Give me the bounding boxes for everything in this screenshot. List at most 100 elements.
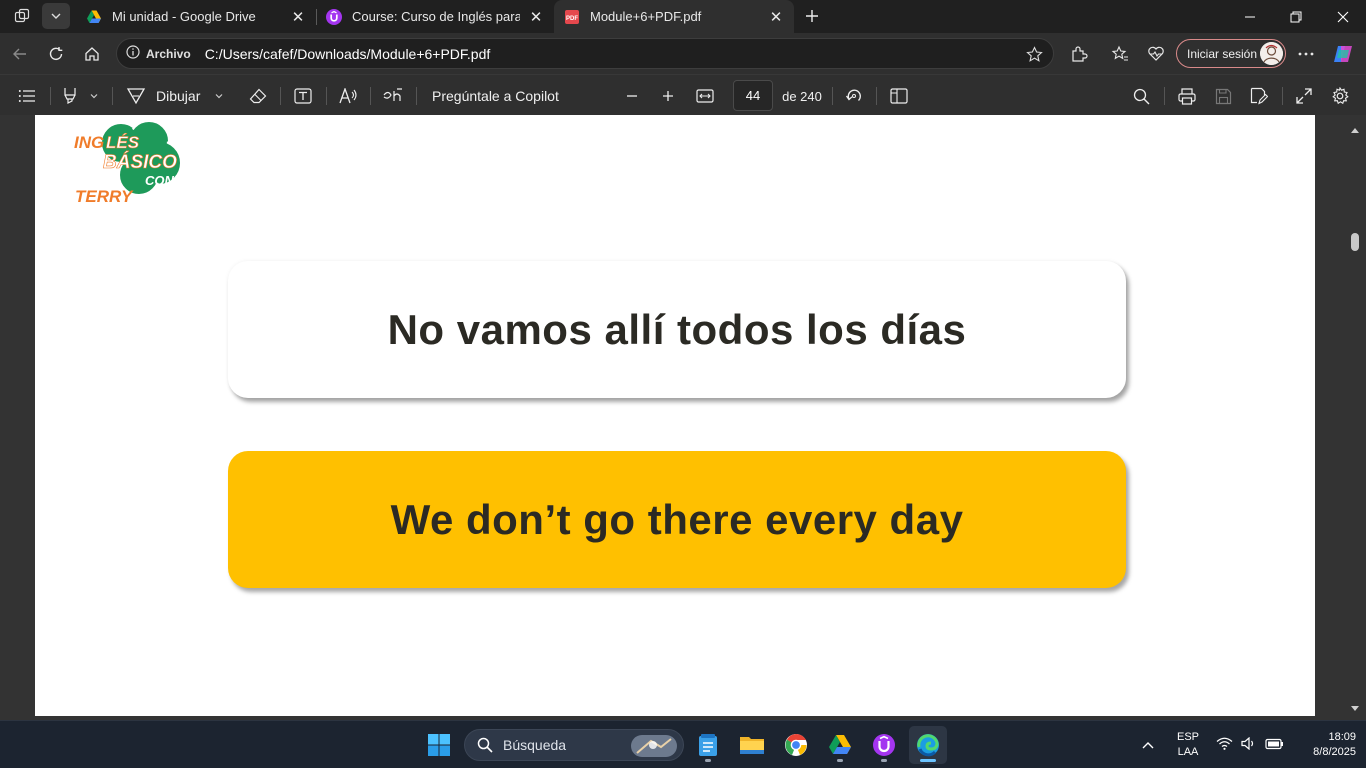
toolbar-divider xyxy=(1282,87,1283,105)
spanish-phrase-card: No vamos allí todos los días xyxy=(228,261,1126,398)
close-icon[interactable]: ✕ xyxy=(768,9,784,26)
zoom-out-icon[interactable] xyxy=(620,83,644,109)
english-phrase-card: We don’t go there every day xyxy=(228,451,1126,588)
close-icon[interactable]: ✕ xyxy=(290,9,306,26)
search-icon[interactable] xyxy=(1128,83,1154,109)
tab-udemy-course[interactable]: Course: Curso de Inglés para principiant… xyxy=(316,0,554,33)
running-indicator xyxy=(881,759,887,762)
notepad-icon[interactable] xyxy=(689,726,727,764)
save-icon[interactable] xyxy=(1210,83,1236,109)
page-total-label: de 240 xyxy=(782,88,822,104)
restore-button[interactable] xyxy=(1273,0,1319,33)
show-hidden-icons-chevron-icon[interactable] xyxy=(1141,737,1155,755)
google-drive-icon[interactable] xyxy=(821,726,859,764)
logo-text-ing: ING xyxy=(74,133,104,152)
clock[interactable]: 18:09 8/8/2025 xyxy=(1290,730,1356,760)
workspaces-icon[interactable] xyxy=(8,3,36,29)
close-window-button[interactable] xyxy=(1320,0,1366,33)
search-highlight-icon xyxy=(631,735,677,757)
favorites-icon[interactable] xyxy=(1105,39,1135,69)
eraser-icon[interactable] xyxy=(245,83,271,109)
scroll-up-icon[interactable] xyxy=(1350,121,1360,139)
close-icon[interactable]: ✕ xyxy=(528,9,544,26)
add-text-icon[interactable] xyxy=(290,83,316,109)
avatar xyxy=(1260,42,1283,65)
tab-title: Course: Curso de Inglés para principiant… xyxy=(352,9,520,24)
minimize-button[interactable] xyxy=(1227,0,1273,33)
windows-taskbar: Búsqueda ESP LAA 18:09 8/8/2025 xyxy=(0,720,1366,768)
fit-to-width-icon[interactable] xyxy=(692,83,718,109)
google-chrome-icon[interactable] xyxy=(777,726,815,764)
keyboard-layout-code: LAA xyxy=(1177,746,1199,758)
wifi-icon xyxy=(1216,737,1233,750)
file-explorer-icon[interactable] xyxy=(733,726,771,764)
running-indicator xyxy=(705,759,711,762)
battery-icon xyxy=(1265,738,1284,750)
refresh-button[interactable] xyxy=(41,39,71,69)
site-info-label[interactable]: Archivo xyxy=(146,47,191,61)
ask-copilot-label: Pregúntale a Copilot xyxy=(432,88,559,104)
clock-time: 18:09 xyxy=(1328,731,1356,743)
system-tray-icons[interactable] xyxy=(1216,737,1284,750)
new-tab-button[interactable] xyxy=(798,3,826,29)
windows-start-icon[interactable] xyxy=(420,726,458,764)
fullscreen-icon[interactable] xyxy=(1291,83,1317,109)
logo-text-basico: BÁSICO xyxy=(103,151,177,173)
info-icon[interactable] xyxy=(126,45,140,62)
google-drive-icon xyxy=(86,9,102,25)
back-button[interactable] xyxy=(5,39,35,69)
logo-text-les: LÉS xyxy=(106,133,140,152)
edge-icon[interactable] xyxy=(909,726,947,764)
save-as-icon[interactable] xyxy=(1246,83,1272,109)
sign-in-label: Iniciar sesión xyxy=(1187,46,1258,61)
running-indicator xyxy=(920,759,936,762)
english-phrase: We don’t go there every day xyxy=(390,495,964,543)
pdf-viewer[interactable]: ING LÉS BÁSICO CON TERRY No vamos allí t… xyxy=(0,115,1366,720)
highlight-options-chevron-icon[interactable] xyxy=(86,83,102,109)
page-view-icon[interactable] xyxy=(886,83,912,109)
language-code: ESP xyxy=(1176,731,1199,743)
address-toolbar: Archivo C:/Users/cafef/Downloads/Module+… xyxy=(0,33,1366,74)
tab-google-drive[interactable]: Mi unidad - Google Drive ✕ xyxy=(76,0,316,33)
settings-gear-icon[interactable] xyxy=(1327,83,1353,109)
sign-in-button[interactable]: Iniciar sesión xyxy=(1176,39,1286,68)
translate-icon[interactable] xyxy=(380,83,406,109)
extensions-icon[interactable] xyxy=(1064,39,1094,69)
home-button[interactable] xyxy=(77,39,107,69)
toolbar-divider xyxy=(50,87,51,105)
zoom-in-icon[interactable] xyxy=(656,83,680,109)
tab-strip: Mi unidad - Google Drive ✕ Course: Curso… xyxy=(0,0,1366,33)
draw-button[interactable]: Dibujar xyxy=(126,83,234,109)
draw-label: Dibujar xyxy=(156,88,201,104)
vertical-scrollbar[interactable] xyxy=(1346,115,1366,720)
scroll-down-icon[interactable] xyxy=(1350,700,1360,718)
udemy-icon[interactable] xyxy=(865,726,903,764)
read-aloud-icon[interactable] xyxy=(336,83,362,109)
toolbar-divider xyxy=(370,87,371,105)
scrollbar-thumb[interactable] xyxy=(1351,233,1359,251)
taskbar-search[interactable]: Búsqueda xyxy=(464,729,684,761)
print-icon[interactable] xyxy=(1174,83,1200,109)
tab-module-pdf[interactable]: PDF Module+6+PDF.pdf ✕ xyxy=(554,0,794,33)
svg-text:PDF: PDF xyxy=(566,16,578,22)
ask-copilot-button[interactable]: Pregúntale a Copilot xyxy=(426,83,566,109)
pdf-page: ING LÉS BÁSICO CON TERRY No vamos allí t… xyxy=(35,115,1315,716)
more-options-icon[interactable] xyxy=(1291,39,1321,69)
rotate-icon[interactable] xyxy=(841,83,867,109)
copilot-icon[interactable] xyxy=(1328,39,1358,69)
browser-essentials-icon[interactable] xyxy=(1141,39,1171,69)
url-text[interactable]: C:/Users/cafef/Downloads/Module+6+PDF.pd… xyxy=(205,46,491,62)
table-of-contents-icon[interactable] xyxy=(14,83,40,109)
toolbar-divider xyxy=(876,87,877,105)
address-bar[interactable]: Archivo C:/Users/cafef/Downloads/Module+… xyxy=(116,38,1054,69)
page-number-input[interactable]: 44 xyxy=(733,80,773,111)
favorite-star-icon[interactable] xyxy=(1026,46,1043,66)
draw-icon xyxy=(126,87,146,105)
pdf-toolbar: Dibujar Pregúntale a Copilot 44 de 240 xyxy=(0,74,1366,115)
tab-actions-chevron-icon[interactable] xyxy=(42,3,70,29)
draw-options-chevron-icon[interactable] xyxy=(214,91,224,101)
logo-text-terry: TERRY xyxy=(75,187,134,206)
toolbar-divider xyxy=(1164,87,1165,105)
highlight-icon[interactable] xyxy=(58,83,82,109)
input-language-indicator[interactable]: ESP LAA xyxy=(1172,730,1204,760)
